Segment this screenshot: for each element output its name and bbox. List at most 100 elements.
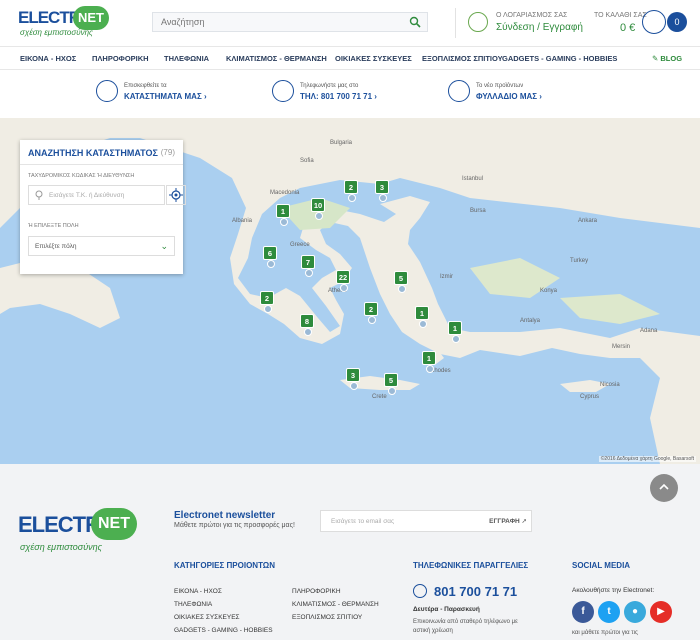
login-register-link[interactable]: Σύνδεση / Εγγραφή [496, 22, 583, 33]
newsletter-subscribe-button[interactable]: ΕΓΓΡΑΦΗ ➚ [489, 517, 527, 525]
service-stores[interactable]: Επισκεφθείτε τα ΚΑΤΑΣΤΗΜΑΤΑ ΜΑΣ › [96, 78, 216, 108]
postal-label: ΤΑΧΥΔΡΟΜΙΚΟΣ ΚΩΔΙΚΑΣ Ή ΔΙΕΥΘΥΝΣΗ [28, 173, 135, 179]
cart-count-badge: 0 [667, 12, 687, 32]
footer-logo[interactable]: ELECTRO NET σχέση εμπιστοσύνης [18, 508, 138, 554]
service-big-text: ΤΗΛ: 801 700 71 71 › [300, 92, 377, 101]
search-input[interactable] [153, 13, 393, 31]
footer-category-link[interactable]: ΚΛΙΜΑΤΙΣΜΟΣ - ΘΕΡΜΑΝΣΗ [292, 601, 379, 608]
nav-item-appliances[interactable]: ΟΙΚΙΑΚΕΣ ΣΥΣΚΕΥΕΣ [335, 54, 412, 63]
site-header: ELECTRO NET σχέση εμπιστοσύνης Ο ΛΟΓΑΡΙΑ… [0, 0, 700, 44]
map-label: Antalya [520, 318, 541, 324]
flickr-icon[interactable]: ● [624, 601, 646, 623]
search-box [152, 12, 428, 32]
map-label: Crete [372, 394, 387, 400]
service-small-text: Τηλεφωνήστε μας στο [300, 83, 359, 89]
send-icon: ➚ [521, 518, 527, 525]
footer-category-link[interactable]: ΤΗΛΕΦΩΝΙΑ [174, 601, 212, 608]
map-label: Macedonia [270, 190, 300, 196]
cart-amount: 0 € [620, 22, 636, 34]
service-big-text: ΚΑΤΑΣΤΗΜΑΤΑ ΜΑΣ › [124, 92, 207, 101]
location-pin-icon [35, 190, 43, 200]
chevron-down-icon: ⌄ [160, 241, 168, 251]
map-label: Nicosia [600, 382, 620, 388]
store-marker[interactable]: 1 [415, 306, 429, 328]
store-marker[interactable]: 8 [300, 314, 314, 336]
store-marker[interactable]: 2 [344, 180, 358, 202]
city-label: Ή ΕΠΙΛΕΞΤΕ ΠΟΛΗ [28, 223, 79, 229]
logo-net-badge: NET [73, 6, 109, 30]
service-small-text: Επισκεφθείτε τα [124, 83, 167, 89]
service-big-text: ΦΥΛΛΑΔΙΟ ΜΑΣ › [476, 92, 542, 101]
store-marker[interactable]: 6 [263, 246, 277, 268]
service-brochure[interactable]: Το νέο προϊόντων ΦΥΛΛΑΔΙΟ ΜΑΣ › [448, 78, 568, 108]
nav-item-climate[interactable]: ΚΛΙΜΑΤΙΣΜΟΣ - ΘΕΡΜΑΝΣΗ [226, 54, 327, 63]
store-marker[interactable]: 5 [394, 271, 408, 293]
youtube-icon[interactable]: ▶ [650, 601, 672, 623]
nav-item-telephony[interactable]: ΤΗΛΕΦΩΝΙΑ [164, 54, 209, 63]
map-label: Cyprus [580, 394, 600, 400]
store-marker[interactable]: 1 [448, 321, 462, 343]
footer-category-link[interactable]: ΕΞΟΠΛΙΣΜΟΣ ΣΠΙΤΙΟΥ [292, 614, 362, 621]
social-note: και μάθετε πρώτοι για τις [572, 630, 638, 636]
store-marker[interactable]: 3 [346, 368, 360, 390]
scroll-to-top-button[interactable] [650, 474, 678, 502]
footer-category-link[interactable]: ΕΙΚΟΝΑ - ΗΧΟΣ [174, 588, 222, 595]
footer-logo-tagline: σχέση εμπιστοσύνης [20, 542, 103, 552]
map-label: Adana [640, 328, 658, 334]
account-area[interactable]: Ο ΛΟΓΑΡΙΑΣΜΟΣ ΣΑΣ Σύνδεση / Εγγραφή [455, 8, 595, 38]
account-label: Ο ΛΟΓΑΡΙΑΣΜΟΣ ΣΑΣ [496, 12, 568, 19]
city-select[interactable]: Επιλέξτε πόλη ⌄ [28, 236, 175, 256]
search-icon[interactable] [409, 16, 421, 28]
store-marker[interactable]: 1 [422, 351, 436, 373]
twitter-icon[interactable]: t [598, 601, 620, 623]
cart-icon[interactable] [642, 10, 666, 34]
store-marker[interactable]: 2 [260, 291, 274, 313]
service-phone[interactable]: Τηλεφωνήστε μας στο ΤΗΛ: 801 700 71 71 › [272, 78, 392, 108]
footer-category-link[interactable]: ΠΛΗΡΟΦΟΡΙΚΗ [292, 588, 341, 595]
cart-area[interactable]: ΤΟ ΚΑΛΑΘΙ ΣΑΣ 0 € 0 [590, 8, 700, 38]
nav-item-gadgets[interactable]: GADGETS - GAMING - HOBBIES [502, 54, 617, 63]
locate-me-button[interactable] [166, 185, 186, 205]
map-label: Sofia [300, 158, 314, 164]
city-select-value: Επιλέξτε πόλη [35, 243, 77, 250]
footer-category-link[interactable]: ΟΙΚΙΑΚΕΣ ΣΥΣΚΕΥΕΣ [174, 614, 240, 621]
nav-item-home[interactable]: ΕΞΟΠΛΙΣΜΟΣ ΣΠΙΤΙΟΥ [422, 54, 503, 63]
map-label: Izmir [440, 274, 453, 280]
newsletter-placeholder: Εισάγετε το email σας [331, 518, 395, 525]
social-follow-text: Ακολουθήστε την Electronet: [572, 587, 655, 594]
store-marker[interactable]: 5 [384, 373, 398, 395]
store-marker[interactable]: 7 [301, 255, 315, 277]
footer-category-link[interactable]: GADGETS - GAMING - HOBBIES [174, 627, 273, 634]
categories-heading: ΚΑΤΗΓΟΡΙΕΣ ΠΡΟΙΟΝΤΩΝ [174, 561, 275, 570]
social-heading: SOCIAL MEDIA [572, 561, 631, 570]
blog-icon: ✎ [652, 54, 659, 63]
store-marker[interactable]: 2 [364, 302, 378, 324]
map-label: Mersin [612, 344, 631, 350]
service-small-text: Το νέο προϊόντων [476, 83, 524, 89]
map-label: Turkey [570, 258, 589, 264]
store-marker[interactable]: 10 [311, 198, 325, 220]
store-marker[interactable]: 22 [336, 270, 350, 292]
store-marker[interactable]: 1 [276, 204, 290, 226]
store-marker[interactable]: 3 [375, 180, 389, 202]
nav-item-image-sound[interactable]: ΕΙΚΟΝΑ - ΗΧΟΣ [20, 54, 76, 63]
postal-input[interactable]: Εισάγετε Τ.Κ. ή Διεύθυνση [28, 185, 165, 205]
nav-item-blog[interactable]: ✎ BLOG [652, 54, 682, 63]
newsletter-email-input[interactable]: Εισάγετε το email σας ΕΓΓΡΑΦΗ ➚ [320, 510, 532, 532]
brochure-icon [448, 80, 470, 102]
store-count: (79) [160, 148, 175, 157]
footer-logo-net-badge: NET [91, 508, 137, 540]
phone-icon [272, 80, 294, 102]
postal-placeholder: Εισάγετε Τ.Κ. ή Διεύθυνση [49, 192, 125, 199]
facebook-icon[interactable]: f [572, 601, 594, 623]
phone-note: Επικοινωνία από σταθερό τηλέφωνο με αστι… [413, 619, 518, 634]
map-label: Bulgaria [330, 140, 353, 146]
map-label: Istanbul [462, 176, 484, 182]
map-label: Bursa [470, 208, 486, 214]
map-label: Albania [232, 218, 253, 224]
electronet-logo[interactable]: ELECTRO NET σχέση εμπιστοσύνης [18, 6, 110, 40]
phone-orders-heading: ΤΗΛΕΦΩΝΙΚΕΣ ΠΑΡΑΓΓΕΛΙΕΣ [413, 561, 529, 570]
phone-number[interactable]: 801 700 71 71 [434, 584, 517, 599]
nav-item-computing[interactable]: ΠΛΗΡΟΦΟΡΙΚΗ [92, 54, 149, 63]
user-icon [468, 12, 488, 32]
